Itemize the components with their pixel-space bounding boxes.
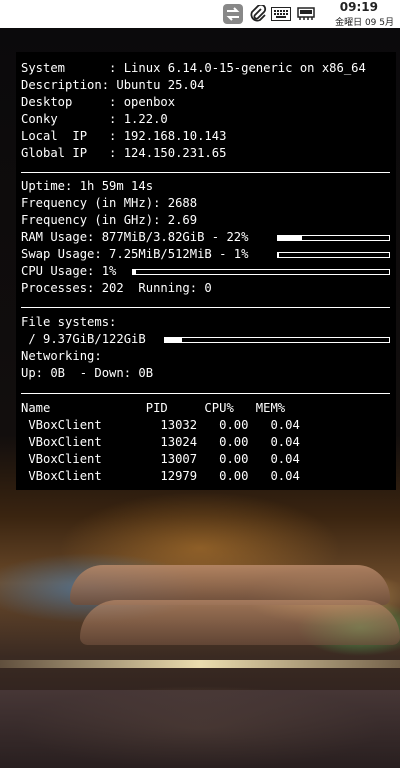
root-filesystem-bar-fill bbox=[165, 338, 183, 342]
desktop-line: Desktop : openbox bbox=[21, 95, 176, 109]
ram-usage-line: RAM Usage: 877MiB/3.82GiB - 22% bbox=[21, 230, 249, 244]
root-filesystem-line: / 9.37GiB/122GiB bbox=[21, 332, 146, 346]
conky-monitor: System : Linux 6.14.0-15-generic on x86_… bbox=[16, 52, 396, 490]
frequency-mhz-line: Frequency (in MHz): 2688 bbox=[21, 196, 198, 210]
divider bbox=[21, 172, 390, 173]
cpu-usage-line: CPU Usage: 1% bbox=[21, 264, 117, 278]
filesystems-heading: File systems: bbox=[21, 315, 117, 329]
wallpaper-boat-canopy bbox=[70, 565, 390, 605]
divider bbox=[21, 307, 390, 308]
swap-usage-bar bbox=[277, 252, 390, 258]
process-row: VBoxClient 13007 0.00 0.04 bbox=[21, 452, 300, 466]
wallpaper-hull bbox=[0, 690, 400, 768]
process-row: VBoxClient 12979 0.00 0.04 bbox=[21, 469, 300, 483]
clock-date[interactable]: 金曜日 09 5月 bbox=[335, 15, 394, 28]
divider bbox=[21, 393, 390, 394]
process-row: VBoxClient 13024 0.00 0.04 bbox=[21, 435, 300, 449]
root-filesystem-bar bbox=[164, 337, 390, 343]
frequency-ghz-line: Frequency (in GHz): 2.69 bbox=[21, 213, 198, 227]
clock-time[interactable]: 09:19 bbox=[340, 0, 378, 14]
system-line: System : Linux 6.14.0-15-generic on x86_… bbox=[21, 61, 366, 75]
wallpaper-deck-light bbox=[0, 660, 400, 668]
description-line: Description: Ubuntu 25.04 bbox=[21, 78, 205, 92]
cpu-usage-bar bbox=[132, 269, 390, 275]
network-traffic-line: Up: 0B - Down: 0B bbox=[21, 366, 154, 380]
processes-line: Processes: 202 Running: 0 bbox=[21, 281, 212, 295]
network-card-icon[interactable] bbox=[296, 4, 316, 24]
paperclip-icon[interactable] bbox=[248, 4, 268, 24]
process-row: VBoxClient 13032 0.00 0.04 bbox=[21, 418, 300, 432]
ram-usage-bar bbox=[277, 235, 390, 241]
uptime-line: Uptime: 1h 59m 14s bbox=[21, 179, 154, 193]
wallpaper-boat-canopy bbox=[80, 600, 400, 645]
global-ip-line: Global IP : 124.150.231.65 bbox=[21, 146, 227, 160]
network-transfer-icon[interactable] bbox=[223, 4, 243, 24]
ram-usage-bar-fill bbox=[278, 236, 303, 240]
cpu-usage-bar-fill bbox=[133, 270, 136, 274]
process-table-header: Name PID CPU% MEM% bbox=[21, 401, 286, 415]
local-ip-line: Local IP : 192.168.10.143 bbox=[21, 129, 227, 143]
networking-heading: Networking: bbox=[21, 349, 102, 363]
keyboard-icon[interactable] bbox=[271, 4, 291, 24]
conky-version-line: Conky : 1.22.0 bbox=[21, 112, 168, 126]
swap-usage-line: Swap Usage: 7.25MiB/512MiB - 1% bbox=[21, 247, 249, 261]
swap-usage-bar-fill bbox=[278, 253, 280, 257]
top-panel: 09:19 金曜日 09 5月 bbox=[0, 0, 400, 28]
